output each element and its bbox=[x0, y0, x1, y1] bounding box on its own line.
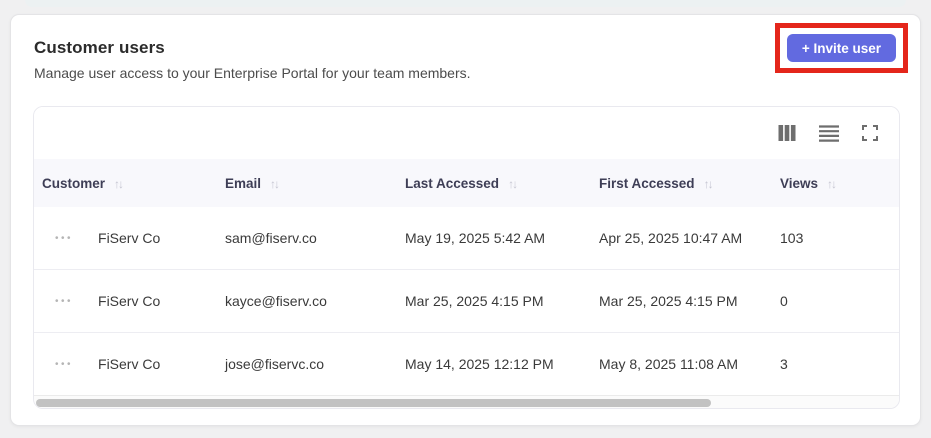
table-header-row: Customer ↑↓ Email ↑↓ Last Accessed ↑↓ First… bbox=[34, 159, 899, 207]
customer-users-card: Customer users Manage user access to you… bbox=[10, 14, 921, 426]
column-label: First Accessed bbox=[599, 175, 695, 191]
column-header-first-accessed[interactable]: First Accessed ↑↓ bbox=[599, 159, 780, 207]
users-table-panel: Customer ↑↓ Email ↑↓ Last Accessed ↑↓ First… bbox=[33, 106, 900, 409]
views-cell: 103 bbox=[780, 230, 804, 246]
customer-name: FiServ Co bbox=[98, 356, 161, 372]
last-accessed-cell: Mar 25, 2025 4:15 PM bbox=[405, 293, 544, 309]
previous-card-bottom-edge bbox=[25, 0, 906, 7]
page-title: Customer users bbox=[34, 38, 165, 57]
table-row: ••• FiServ Co jose@fiservc.co May 14, 202… bbox=[34, 332, 899, 395]
row-density-icon[interactable] bbox=[819, 124, 839, 142]
table-row: ••• FiServ Co sam@fiserv.co May 19, 2025 … bbox=[34, 207, 899, 270]
sort-icon[interactable]: ↑↓ bbox=[114, 177, 124, 191]
table-row: ••• FiServ Co kayce@fiserv.co Mar 25, 202… bbox=[34, 269, 899, 333]
column-label: Email bbox=[225, 175, 262, 191]
page-subtitle: Manage user access to your Enterprise Po… bbox=[34, 65, 471, 81]
sort-icon[interactable]: ↑↓ bbox=[508, 177, 518, 191]
customer-name: FiServ Co bbox=[98, 293, 161, 309]
column-header-last-accessed[interactable]: Last Accessed ↑↓ bbox=[405, 159, 599, 207]
last-accessed-cell: May 14, 2025 12:12 PM bbox=[405, 356, 554, 372]
column-visibility-icon[interactable] bbox=[778, 125, 796, 141]
views-cell: 3 bbox=[780, 356, 788, 372]
card-header: Customer users Manage user access to you… bbox=[11, 15, 920, 81]
first-accessed-cell: Mar 25, 2025 4:15 PM bbox=[599, 293, 738, 309]
sort-icon[interactable]: ↑↓ bbox=[270, 177, 280, 191]
row-actions-icon[interactable]: ••• bbox=[55, 296, 73, 307]
invite-user-button[interactable]: + Invite user bbox=[786, 34, 896, 62]
scrollbar-thumb[interactable] bbox=[36, 399, 711, 407]
column-header-email[interactable]: Email ↑↓ bbox=[225, 159, 405, 207]
sort-icon[interactable]: ↑↓ bbox=[704, 177, 714, 191]
email-cell: sam@fiserv.co bbox=[225, 230, 317, 246]
row-actions-icon[interactable]: ••• bbox=[55, 359, 73, 370]
row-actions-icon[interactable]: ••• bbox=[55, 233, 73, 244]
first-accessed-cell: Apr 25, 2025 10:47 AM bbox=[599, 230, 743, 246]
email-cell: jose@fiservc.co bbox=[225, 356, 325, 372]
column-label: Last Accessed bbox=[405, 175, 500, 191]
column-header-customer[interactable]: Customer ↑↓ bbox=[34, 159, 225, 207]
table-toolbar bbox=[34, 107, 899, 159]
customer-name: FiServ Co bbox=[98, 230, 161, 246]
customer-users-table: Customer ↑↓ Email ↑↓ Last Accessed ↑↓ First… bbox=[34, 159, 899, 395]
column-label: Views bbox=[780, 175, 819, 191]
fullscreen-icon[interactable] bbox=[862, 125, 878, 141]
last-accessed-cell: May 19, 2025 5:42 AM bbox=[405, 230, 546, 246]
column-header-views[interactable]: Views ↑↓ bbox=[780, 159, 899, 207]
sort-icon[interactable]: ↑↓ bbox=[827, 177, 837, 191]
horizontal-scrollbar[interactable] bbox=[34, 395, 899, 408]
column-label: Customer bbox=[42, 175, 106, 191]
views-cell: 0 bbox=[780, 293, 788, 309]
first-accessed-cell: May 8, 2025 11:08 AM bbox=[599, 356, 739, 372]
annotation-highlight-box: + Invite user bbox=[774, 23, 908, 73]
email-cell: kayce@fiserv.co bbox=[225, 293, 327, 309]
